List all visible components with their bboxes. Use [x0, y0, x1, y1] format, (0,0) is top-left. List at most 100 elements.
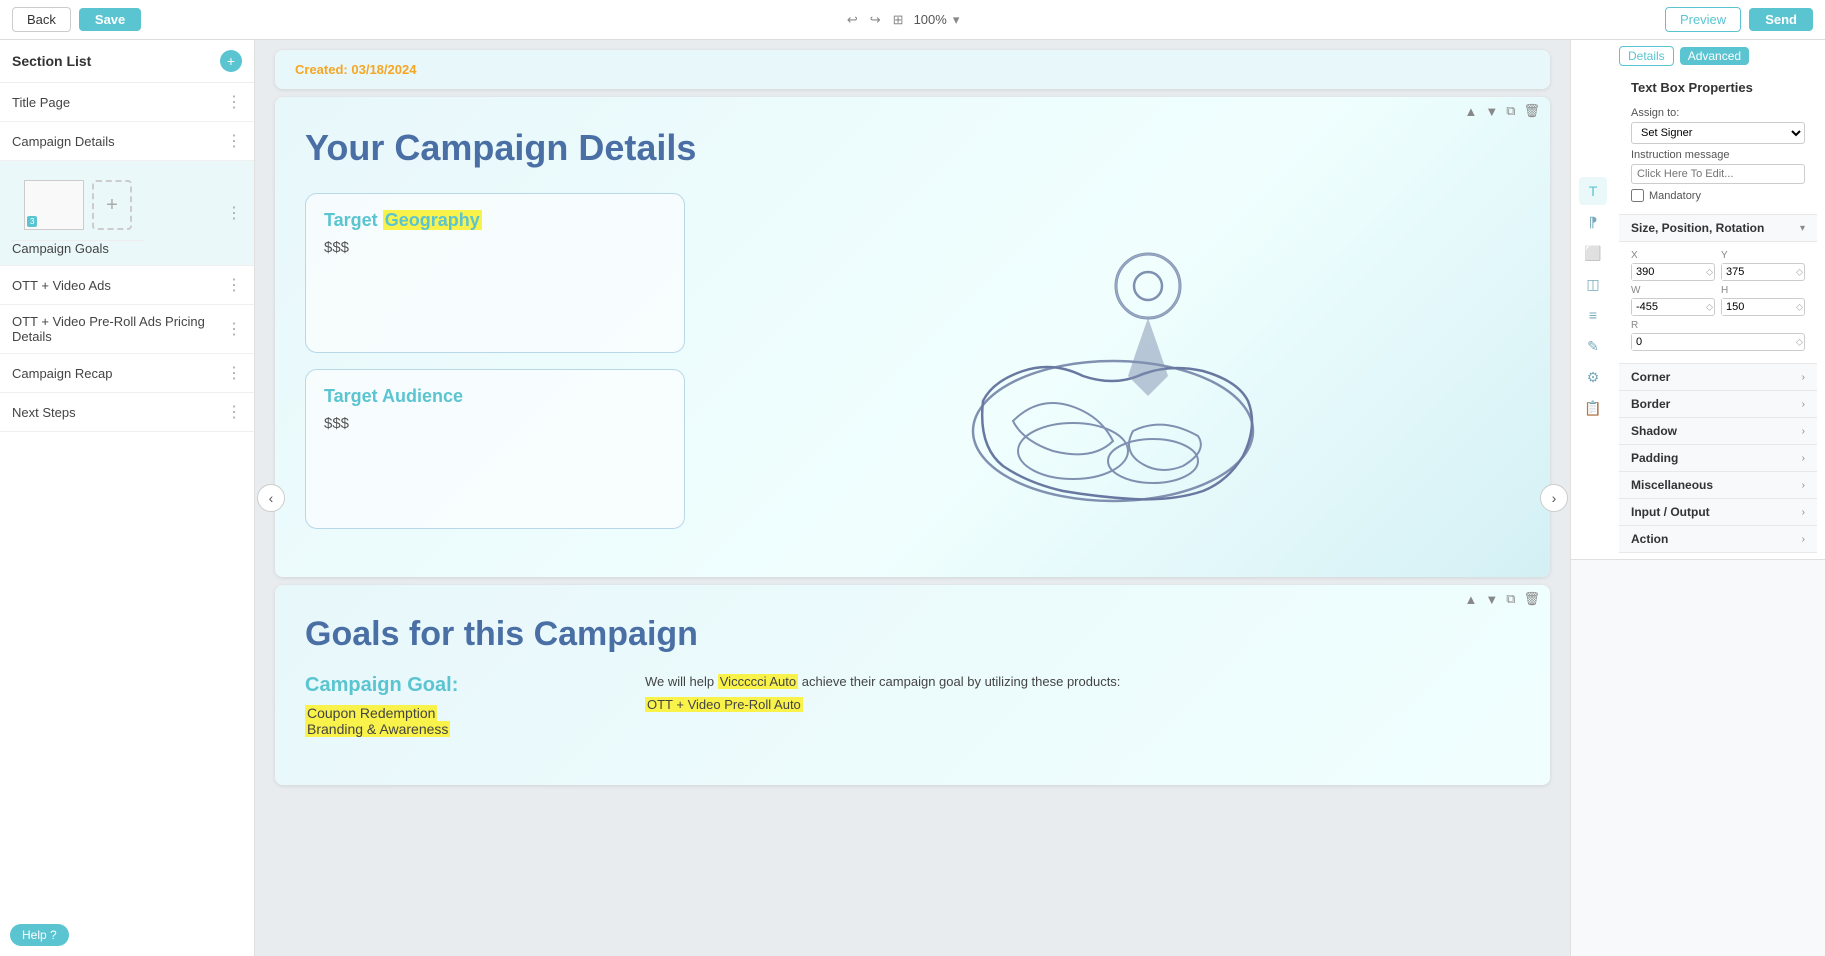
redo-button[interactable]: ↪ [868, 10, 883, 30]
campaign-cards: Target Geography $$$ Target Audience $$$ [305, 193, 685, 529]
mandatory-checkbox[interactable] [1631, 189, 1644, 202]
sidebar-item-label: Title Page [12, 95, 70, 110]
slide-delete-btn[interactable]: 🗑 [1521, 101, 1542, 121]
item-menu-icon[interactable]: ⋮ [226, 363, 242, 383]
panel-icon-box[interactable]: ⬜ [1579, 239, 1607, 267]
item-menu-icon[interactable]: ⋮ [226, 275, 242, 295]
h-input[interactable] [1722, 299, 1795, 315]
goal-item-1: Coupon Redemption [305, 705, 605, 721]
add-section-button[interactable]: + [220, 50, 242, 72]
sidebar-item-ott-pre-roll[interactable]: OTT + Video Pre-Roll Ads Pricing Details… [0, 305, 254, 354]
back-button[interactable]: Back [12, 7, 71, 32]
sidebar-item-label: Campaign Goals [12, 241, 109, 256]
help-button[interactable]: Help ? [10, 924, 69, 946]
goals-company-highlight: Viccccci Auto [718, 674, 798, 689]
target-audience-value: $$$ [324, 415, 666, 432]
prop-section-corner[interactable]: Corner› [1619, 364, 1817, 391]
sidebar-item-campaign-details[interactable]: Campaign Details ⋮ [0, 122, 254, 161]
slide-date-content: Created: 03/18/2024 [275, 50, 1550, 89]
campaign-content: Target Geography $$$ Target Audience $$$ [305, 193, 1520, 529]
slide-up-btn[interactable]: ▲ [1462, 102, 1479, 121]
prop-section-title-miscellaneous: Miscellaneous [1631, 478, 1713, 492]
save-button[interactable]: Save [79, 8, 141, 31]
x-stepper[interactable]: ⬦ [1705, 266, 1714, 279]
panel-icon-text[interactable]: T [1579, 177, 1607, 205]
r-stepper[interactable]: ⬦ [1795, 336, 1804, 349]
assign-to-section: Assign to: Set Signer Instruction messag… [1619, 99, 1817, 215]
prop-section-title-border: Border [1631, 397, 1670, 411]
campaign-details-title: Your Campaign Details [305, 127, 1520, 169]
sidebar-item-campaign-recap[interactable]: Campaign Recap ⋮ [0, 354, 254, 393]
w-input-wrap: ⬦ [1631, 298, 1715, 316]
slide-down-btn[interactable]: ▼ [1483, 102, 1500, 121]
instruction-label: Instruction message [1631, 149, 1805, 161]
x-input[interactable] [1632, 264, 1705, 280]
size-position-section-header[interactable]: Size, Position, Rotation ▾ [1619, 215, 1817, 242]
main-layout: Section List + Title Page ⋮ Campaign Det… [0, 40, 1825, 956]
prop-section-miscellaneous[interactable]: Miscellaneous › [1619, 472, 1817, 499]
add-slide-button[interactable]: + [92, 180, 132, 230]
w-input[interactable] [1632, 299, 1705, 315]
prop-section-padding[interactable]: Padding› [1619, 445, 1817, 472]
target-audience-card[interactable]: Target Audience $$$ [305, 369, 685, 529]
xy-row: X ⬦ Y ⬦ [1631, 250, 1805, 281]
textbox-props-title: Text Box Properties [1619, 72, 1817, 99]
r-input[interactable] [1632, 334, 1795, 350]
assign-to-select[interactable]: Set Signer [1631, 122, 1805, 144]
nav-left-arrow[interactable]: ‹ [257, 484, 285, 512]
wh-row: W ⬦ H ⬦ [1631, 285, 1805, 316]
sidebar-item-ott-video-ads[interactable]: OTT + Video Ads ⋮ [0, 266, 254, 305]
goals-product-highlight: OTT + Video Pre-Roll Auto [645, 697, 803, 712]
panel-icon-align[interactable]: ⁋ [1579, 208, 1607, 236]
sidebar-item-next-steps[interactable]: Next Steps ⋮ [0, 393, 254, 432]
prop-section-input-output[interactable]: Input / Output› [1619, 499, 1817, 526]
slide-goals-up-btn[interactable]: ▲ [1462, 590, 1479, 609]
slide-copy-btn[interactable]: ⧉ [1504, 101, 1517, 121]
prop-section-action[interactable]: Action› [1619, 526, 1817, 553]
item-menu-icon[interactable]: ⋮ [226, 131, 242, 151]
nav-right-arrow[interactable]: › [1540, 484, 1568, 512]
prop-section-shadow[interactable]: Shadow› [1619, 418, 1817, 445]
item-menu-icon[interactable]: ⋮ [226, 92, 242, 112]
panel-icon-settings[interactable]: ⚙ [1579, 363, 1607, 391]
sidebar-item-label: Next Steps [12, 405, 76, 420]
undo-button[interactable]: ↩ [845, 10, 860, 30]
goal-highlight-1: Coupon Redemption [305, 705, 437, 721]
target-geography-card[interactable]: Target Geography $$$ [305, 193, 685, 353]
preview-button[interactable]: Preview [1665, 7, 1741, 32]
slide-goals-down-btn[interactable]: ▼ [1483, 590, 1500, 609]
goals-text-prefix: We will help [645, 674, 714, 689]
item-menu-icon[interactable]: ⋮ [226, 203, 242, 223]
prop-section-border[interactable]: Border› [1619, 391, 1817, 418]
target-geography-value: $$$ [324, 239, 666, 256]
grid-button[interactable]: ⊞ [891, 10, 906, 30]
sidebar-item-label: Campaign Recap [12, 366, 112, 381]
h-stepper[interactable]: ⬦ [1795, 301, 1804, 314]
panel-icon-edit[interactable]: ✎ [1579, 332, 1607, 360]
goal-highlight-2: Branding & Awareness [305, 721, 450, 737]
instruction-input[interactable] [1631, 164, 1805, 184]
size-position-title: Size, Position, Rotation [1631, 221, 1764, 235]
sidebar-item-campaign-goals[interactable]: 3 + Campaign Goals ⋮ [0, 161, 254, 266]
slide-goals-copy-btn[interactable]: ⧉ [1504, 589, 1517, 609]
panel-icon-list[interactable]: ≡ [1579, 301, 1607, 329]
item-menu-icon[interactable]: ⋮ [226, 402, 242, 422]
sidebar-header: Section List + [0, 40, 254, 83]
slide-toolbar: ▲ ▼ ⧉ 🗑 [1462, 101, 1542, 121]
send-button[interactable]: Send [1749, 8, 1813, 31]
zoom-chevron[interactable]: ▾ [951, 10, 962, 30]
prop-section-chevron-miscellaneous: › [1802, 480, 1805, 491]
sidebar-item-label: OTT + Video Ads [12, 278, 111, 293]
tab-details[interactable]: Details [1619, 46, 1674, 66]
slide-goals-delete-btn[interactable]: 🗑 [1521, 589, 1542, 609]
created-date: 03/18/2024 [351, 62, 416, 77]
prop-section-chevron-padding: › [1802, 453, 1805, 464]
y-stepper[interactable]: ⬦ [1795, 266, 1804, 279]
item-menu-icon[interactable]: ⋮ [226, 319, 242, 339]
panel-icon-layout[interactable]: ◫ [1579, 270, 1607, 298]
sidebar-item-title-page[interactable]: Title Page ⋮ [0, 83, 254, 122]
w-stepper[interactable]: ⬦ [1705, 301, 1714, 314]
tab-advanced[interactable]: Advanced [1680, 47, 1749, 65]
y-input[interactable] [1722, 264, 1795, 280]
panel-icon-layers[interactable]: 📋 [1579, 394, 1607, 422]
